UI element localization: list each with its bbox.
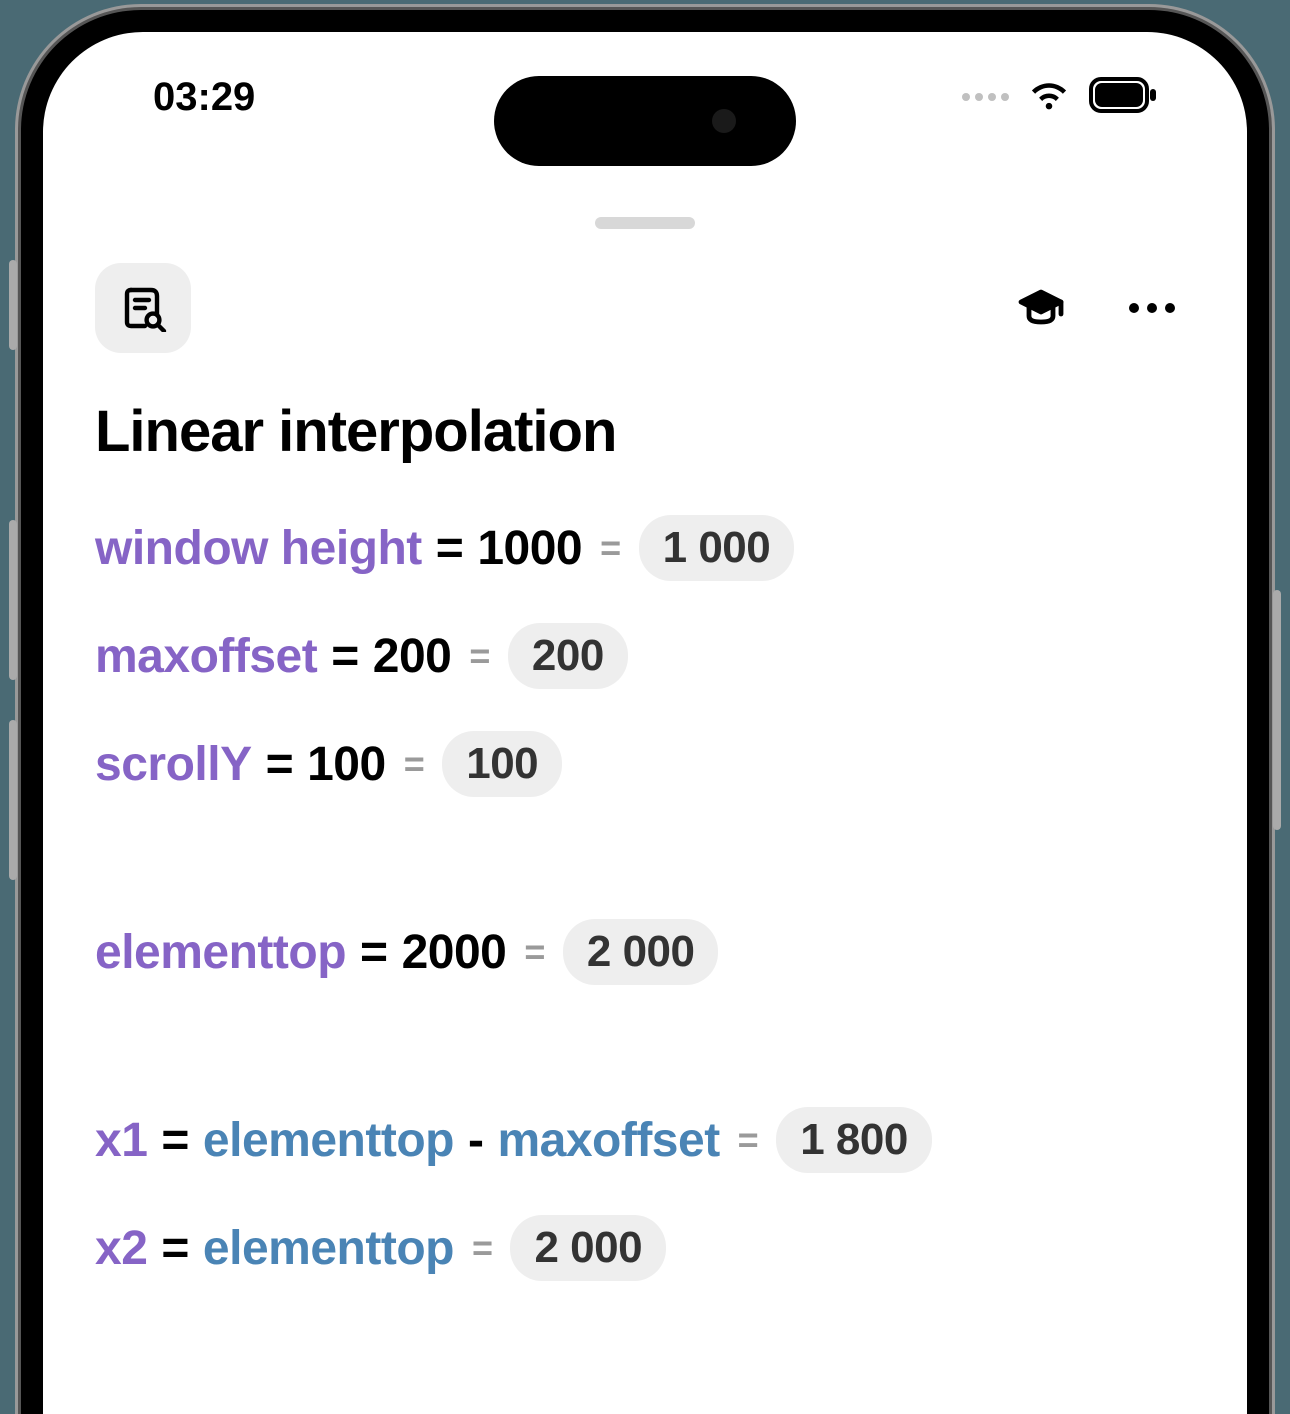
phone-button-side <box>9 720 17 880</box>
calculation-line[interactable]: maxoffset = 200 = 200 <box>95 623 1195 689</box>
variable-reference: elementtop <box>203 1113 454 1168</box>
result-pill: 1 800 <box>776 1107 932 1173</box>
calculation-line[interactable]: elementtop = 2000 = 2 000 <box>95 919 1195 985</box>
equals-sign: = <box>266 737 294 792</box>
variable-name: scrollY <box>95 737 252 792</box>
result-pill: 1 000 <box>639 515 795 581</box>
screen: 03:29 <box>43 32 1247 1414</box>
result-pill: 200 <box>508 623 628 689</box>
calculation-line[interactable]: x2 = elementtop = 2 000 <box>95 1215 1195 1281</box>
literal-value: 1000 <box>477 521 582 576</box>
status-time: 03:29 <box>113 75 255 120</box>
blank-line <box>95 839 1195 919</box>
equals-sign: = <box>161 1221 189 1276</box>
variable-name: elementtop <box>95 925 346 980</box>
camera-dot <box>712 109 736 133</box>
toolbar <box>95 258 1195 358</box>
phone-button-side <box>9 520 17 680</box>
result-equals-sign: = <box>468 1227 497 1269</box>
literal-value: 200 <box>373 629 452 684</box>
drag-indicator[interactable] <box>595 217 695 229</box>
result-equals-sign: = <box>465 635 494 677</box>
variable-name: maxoffset <box>95 629 317 684</box>
phone-button-side <box>9 260 17 350</box>
blank-line <box>95 1027 1195 1107</box>
more-icon <box>1129 303 1139 313</box>
result-pill: 2 000 <box>563 919 719 985</box>
education-button[interactable] <box>993 263 1089 353</box>
document-search-icon <box>119 284 167 332</box>
calculation-line[interactable]: x1 = elementtop-maxoffset = 1 800 <box>95 1107 1195 1173</box>
lines-container: window height=1000=1 000maxoffset=200=20… <box>95 515 1195 1281</box>
variable-name: x1 <box>95 1113 147 1168</box>
result-equals-sign: = <box>400 743 429 785</box>
result-equals-sign: = <box>734 1119 763 1161</box>
result-pill: 2 000 <box>510 1215 666 1281</box>
cellular-signal-icon <box>962 93 1009 101</box>
wifi-icon <box>1027 77 1071 118</box>
calculation-line[interactable]: window height=1000=1 000 <box>95 515 1195 581</box>
result-equals-sign: = <box>520 931 549 973</box>
app-content: Linear interpolation window height=1000=… <box>43 258 1247 1323</box>
graduation-cap-icon <box>1017 284 1065 332</box>
equals-sign: = <box>360 925 388 980</box>
document-search-button[interactable] <box>95 263 191 353</box>
equals-sign: = <box>436 521 464 576</box>
more-button[interactable] <box>1109 303 1195 313</box>
literal-value: 2000 <box>402 925 507 980</box>
document-title[interactable]: Linear interpolation <box>95 398 1195 465</box>
battery-icon <box>1089 77 1157 118</box>
phone-button-side <box>1273 590 1281 830</box>
operator: - <box>468 1113 483 1168</box>
literal-value: 100 <box>307 737 386 792</box>
equals-sign: = <box>161 1113 189 1168</box>
equals-sign: = <box>331 629 359 684</box>
phone-frame: 03:29 <box>21 10 1269 1414</box>
calculation-line[interactable]: scrollY=100=100 <box>95 731 1195 797</box>
dynamic-island <box>494 76 796 166</box>
variable-name: x2 <box>95 1221 147 1276</box>
variable-reference: elementtop <box>203 1221 454 1276</box>
variable-name: window height <box>95 521 422 576</box>
status-right <box>962 77 1177 118</box>
variable-reference: maxoffset <box>497 1113 719 1168</box>
result-equals-sign: = <box>596 527 625 569</box>
result-pill: 100 <box>442 731 562 797</box>
